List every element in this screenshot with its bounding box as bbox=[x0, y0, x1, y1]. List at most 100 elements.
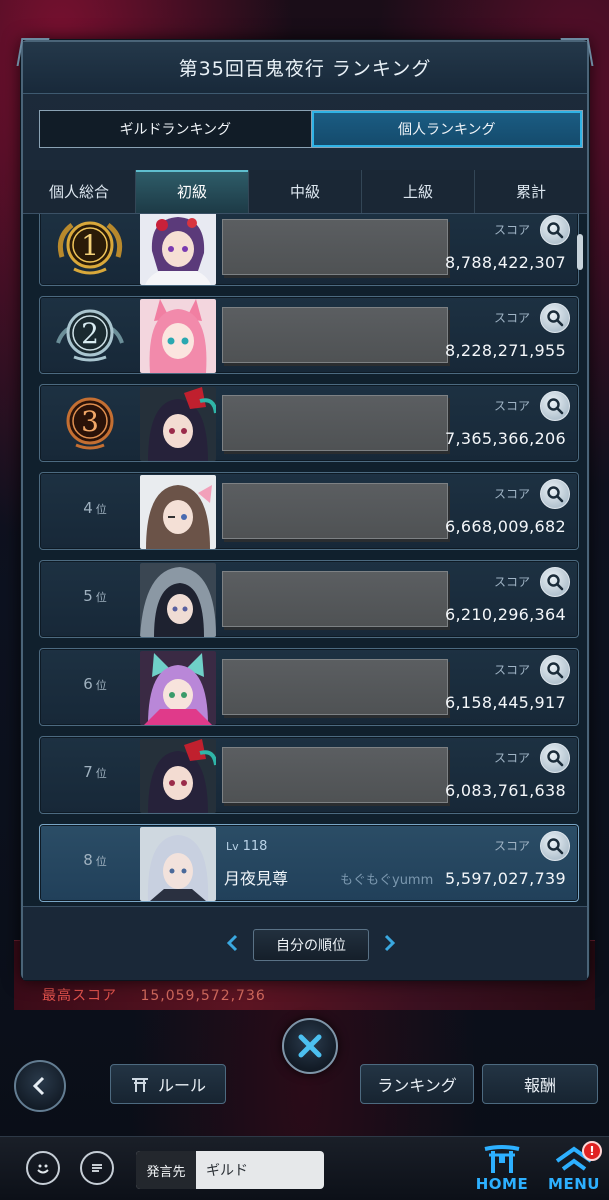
player-score: 7,365,366,206 bbox=[445, 429, 566, 448]
score-label: スコア bbox=[493, 663, 530, 677]
back-button[interactable] bbox=[14, 1060, 66, 1112]
my-rank-button[interactable]: 自分の順位 bbox=[253, 929, 369, 961]
score-label: スコア bbox=[493, 311, 530, 325]
redacted-player-info bbox=[222, 747, 448, 803]
ranking-row[interactable]: 5位 スコア 6,210,296,364 bbox=[39, 560, 579, 638]
ranking-row[interactable]: 2 スコア 8,228,271,955 bbox=[39, 296, 579, 374]
avatar bbox=[140, 827, 216, 901]
tab-beginner[interactable]: 初級 bbox=[136, 170, 249, 213]
inspect-player-button[interactable] bbox=[540, 215, 570, 245]
rank-position: 5位 bbox=[83, 587, 107, 605]
redacted-player-info bbox=[222, 483, 448, 539]
title-ornament-right bbox=[560, 38, 594, 66]
search-icon bbox=[547, 662, 564, 679]
player-guild: もぐもぐyumm bbox=[340, 873, 434, 888]
player-score: 6,158,445,917 bbox=[445, 693, 566, 712]
home-nav-button[interactable]: HOME bbox=[474, 1143, 530, 1197]
background-best-score: 最高スコア 15,059,572,736 bbox=[42, 985, 266, 1005]
reward-button[interactable]: 報酬 bbox=[482, 1064, 598, 1104]
inspect-player-button[interactable] bbox=[540, 655, 570, 685]
modal-title-bar: 第35回百鬼夜行 ランキング bbox=[16, 38, 594, 94]
inspect-player-button[interactable] bbox=[540, 831, 570, 861]
notification-badge: ! bbox=[582, 1141, 602, 1161]
inspect-player-button[interactable] bbox=[540, 743, 570, 773]
tab-intermediate[interactable]: 中級 bbox=[249, 170, 362, 213]
score-label: スコア bbox=[493, 399, 530, 413]
score-label: スコア bbox=[493, 487, 530, 501]
torii-gate-icon bbox=[484, 1145, 520, 1173]
inspect-player-button[interactable] bbox=[540, 479, 570, 509]
difficulty-tabs: 個人総合 初級 中級 上級 累計 bbox=[23, 170, 587, 214]
ranking-row[interactable]: 6位 スコア 6,158,445,917 bbox=[39, 648, 579, 726]
ranking-row[interactable]: 1 スコア 8,788,422,307 bbox=[39, 214, 579, 286]
close-button[interactable] bbox=[282, 1018, 338, 1074]
tab-cumulative[interactable]: 累計 bbox=[475, 170, 587, 213]
menu-nav-button[interactable]: MENU ! bbox=[546, 1141, 602, 1197]
rank-position: 7位 bbox=[83, 763, 107, 781]
rank-number: 1 bbox=[81, 229, 99, 262]
chat-target-selector[interactable]: 発言先 ギルド bbox=[136, 1151, 324, 1189]
score-label: スコア bbox=[493, 839, 530, 853]
search-icon bbox=[547, 222, 564, 239]
avatar bbox=[140, 387, 216, 461]
rank-number: 2 bbox=[81, 317, 99, 350]
player-score: 6,668,009,682 bbox=[445, 517, 566, 536]
chat-bubble-icon bbox=[92, 1164, 102, 1172]
list-scrollbar[interactable] bbox=[577, 234, 583, 270]
ranking-row[interactable]: 4位 スコア 6,668,009,682 bbox=[39, 472, 579, 550]
rank-position: 8位 bbox=[83, 851, 107, 869]
menu-label: MENU bbox=[548, 1175, 600, 1193]
rank-position: 4位 bbox=[83, 499, 107, 517]
ranking-button[interactable]: ランキング bbox=[360, 1064, 474, 1104]
avatar bbox=[140, 563, 216, 637]
ranking-list[interactable]: 1 スコア 8,788,422,307 2 スコア 8,228,271,955 … bbox=[23, 214, 587, 906]
score-label: スコア bbox=[493, 223, 530, 237]
avatar bbox=[140, 214, 216, 285]
player-level: Lv 118 bbox=[226, 839, 268, 854]
guild-ranking-button[interactable]: ギルドランキング bbox=[40, 111, 311, 147]
chevron-left-icon[interactable] bbox=[223, 933, 243, 953]
search-icon bbox=[547, 310, 564, 327]
stamp-button[interactable] bbox=[26, 1151, 60, 1185]
ranking-row[interactable]: 3 スコア 7,365,366,206 bbox=[39, 384, 579, 462]
ranking-row[interactable]: 7位 スコア 6,083,761,638 bbox=[39, 736, 579, 814]
rank-position: 6位 bbox=[83, 675, 107, 693]
player-score: 5,597,027,739 bbox=[445, 869, 566, 888]
rank-number: 3 bbox=[81, 405, 99, 438]
title-ornament-left bbox=[16, 38, 50, 66]
rule-button[interactable]: ルール bbox=[110, 1064, 226, 1104]
personal-ranking-button[interactable]: 個人ランキング bbox=[310, 111, 582, 147]
chevron-right-icon[interactable] bbox=[379, 933, 399, 953]
avatar bbox=[140, 475, 216, 549]
player-name: 月夜見尊 bbox=[224, 869, 289, 888]
inspect-player-button[interactable] bbox=[540, 391, 570, 421]
redacted-player-info bbox=[222, 571, 448, 627]
bronze-rank-medal-icon: 3 bbox=[52, 393, 128, 455]
tab-advanced[interactable]: 上級 bbox=[362, 170, 475, 213]
tab-personal-total[interactable]: 個人総合 bbox=[23, 170, 136, 213]
my-ranking-row[interactable]: 8位 Lv 118 月夜見尊 もぐもぐyumm スコア 5,597,027,739 bbox=[39, 824, 579, 902]
redacted-player-info bbox=[222, 219, 448, 275]
best-score-value: 15,059,572,736 bbox=[140, 988, 266, 1004]
search-icon bbox=[547, 574, 564, 591]
inspect-player-button[interactable] bbox=[540, 567, 570, 597]
chat-target-label: 発言先 bbox=[136, 1151, 196, 1189]
chat-button[interactable] bbox=[80, 1151, 114, 1185]
search-icon bbox=[547, 398, 564, 415]
chevron-left-icon bbox=[32, 1076, 45, 1096]
close-icon bbox=[298, 1034, 322, 1058]
redacted-player-info bbox=[222, 659, 448, 715]
ranking-modal: 第35回百鬼夜行 ランキング ギルドランキング 個人ランキング 個人総合 初級 … bbox=[16, 38, 594, 980]
redacted-player-info bbox=[222, 395, 448, 451]
gold-rank-medal-icon: 1 bbox=[52, 217, 128, 279]
search-icon bbox=[547, 750, 564, 767]
player-score: 6,083,761,638 bbox=[445, 781, 566, 800]
footer-bar: 発言先 ギルド HOME MENU ! bbox=[0, 1136, 609, 1200]
inspect-player-button[interactable] bbox=[540, 303, 570, 333]
player-score: 8,228,271,955 bbox=[445, 341, 566, 360]
rule-label: ルール bbox=[157, 1076, 206, 1095]
search-icon bbox=[547, 838, 564, 855]
best-score-label: 最高スコア bbox=[42, 988, 117, 1004]
score-label: スコア bbox=[493, 575, 530, 589]
avatar bbox=[140, 739, 216, 813]
